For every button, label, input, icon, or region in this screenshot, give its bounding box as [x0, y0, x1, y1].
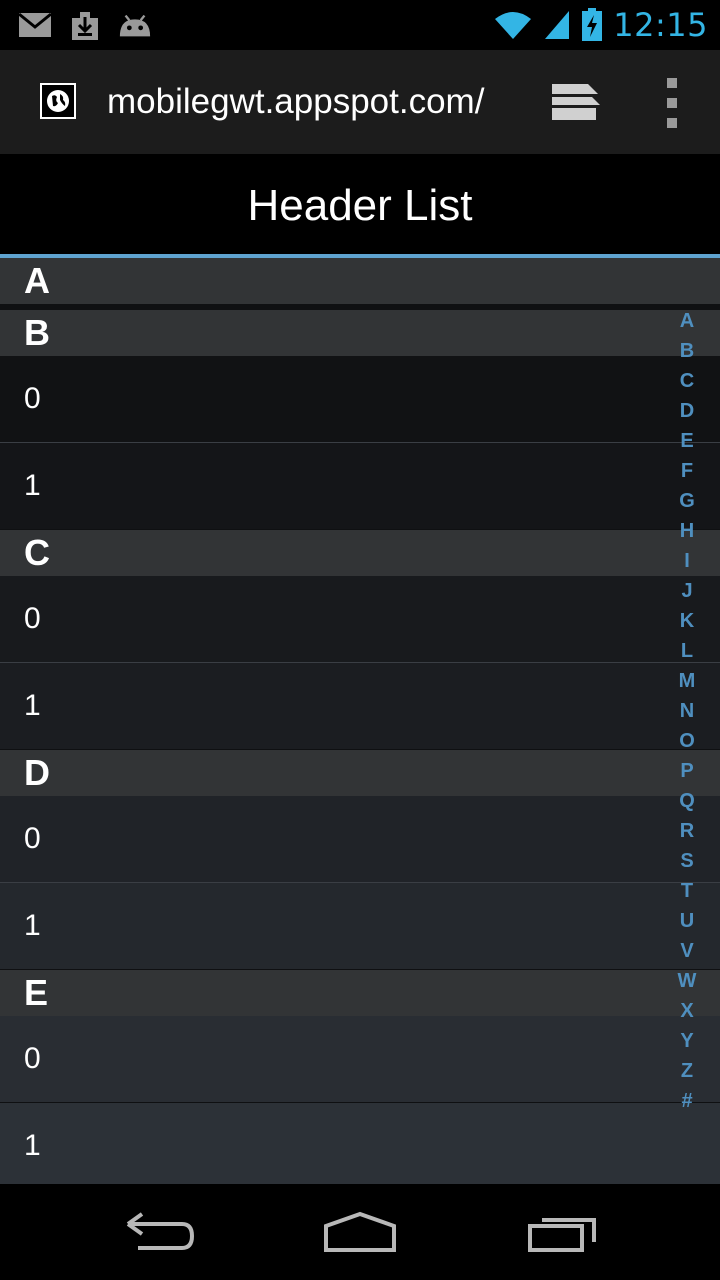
recent-apps-icon[interactable] — [522, 1210, 602, 1254]
index-letter-y[interactable]: Y — [672, 1028, 702, 1058]
index-letter-k[interactable]: K — [672, 608, 702, 638]
navigation-bar — [0, 1184, 720, 1280]
index-letter-s[interactable]: S — [672, 848, 702, 878]
page-title: Header List — [247, 181, 473, 230]
index-letter-m[interactable]: M — [672, 668, 702, 698]
home-icon[interactable] — [320, 1210, 400, 1254]
list-item[interactable]: 1 — [0, 663, 720, 749]
signal-icon — [545, 11, 570, 39]
status-bar: 12:15 — [0, 0, 720, 50]
index-letter-o[interactable]: O — [672, 728, 702, 758]
back-icon[interactable] — [120, 1210, 200, 1254]
index-letter-h[interactable]: H — [672, 518, 702, 548]
index-letter-p[interactable]: P — [672, 758, 702, 788]
index-letter-g[interactable]: G — [672, 488, 702, 518]
index-letter-v[interactable]: V — [672, 938, 702, 968]
clock: 12:15 — [613, 6, 708, 44]
index-letter-l[interactable]: L — [672, 638, 702, 668]
index-letter-n[interactable]: N — [672, 698, 702, 728]
header-list: A B 0 1 C 0 1 D 0 1 E 0 1 — [0, 258, 720, 1184]
index-letter-f[interactable]: F — [672, 458, 702, 488]
index-letter-w[interactable]: W — [672, 968, 702, 998]
index-letter-t[interactable]: T — [672, 878, 702, 908]
index-letter-c[interactable]: C — [672, 368, 702, 398]
page-header: Header List — [0, 154, 720, 254]
index-letter-e[interactable]: E — [672, 428, 702, 458]
mail-icon — [18, 8, 52, 42]
index-letter-x[interactable]: X — [672, 998, 702, 1028]
tabs-icon[interactable] — [548, 80, 604, 124]
section-header-d: D — [0, 750, 720, 796]
globe-icon[interactable] — [40, 83, 76, 119]
list-item[interactable]: 1 — [0, 443, 720, 529]
battery-charging-icon — [582, 8, 603, 41]
index-letter-a[interactable]: A — [672, 308, 702, 338]
overflow-menu-icon[interactable] — [660, 78, 684, 128]
android-icon — [118, 8, 152, 42]
list-item[interactable]: 1 — [0, 1103, 720, 1184]
section-header-b: B — [0, 310, 720, 356]
index-letter-z[interactable]: Z — [672, 1058, 702, 1088]
index-letter-r[interactable]: R — [672, 818, 702, 848]
alphabet-index[interactable]: A B C D E F G H I J K L M N O P Q R S T … — [672, 308, 702, 1118]
browser-toolbar: mobilegwt.appspot.com/ — [0, 50, 720, 154]
list-item[interactable]: 1 — [0, 883, 720, 969]
index-letter-i[interactable]: I — [672, 548, 702, 578]
index-letter-hash[interactable]: # — [672, 1088, 702, 1118]
section-header-c: C — [0, 530, 720, 576]
index-letter-d[interactable]: D — [672, 398, 702, 428]
url-field[interactable]: mobilegwt.appspot.com/ — [107, 80, 484, 124]
download-icon — [68, 8, 102, 42]
section-header-e: E — [0, 970, 720, 1016]
list-item[interactable]: 0 — [0, 796, 720, 883]
index-letter-q[interactable]: Q — [672, 788, 702, 818]
index-letter-j[interactable]: J — [672, 578, 702, 608]
index-letter-b[interactable]: B — [672, 338, 702, 368]
list-item[interactable]: 0 — [0, 1016, 720, 1102]
section-header-a: A — [0, 258, 720, 304]
index-letter-u[interactable]: U — [672, 908, 702, 938]
list-item[interactable]: 0 — [0, 356, 720, 443]
wifi-icon — [495, 12, 532, 39]
list-item[interactable]: 0 — [0, 576, 720, 663]
